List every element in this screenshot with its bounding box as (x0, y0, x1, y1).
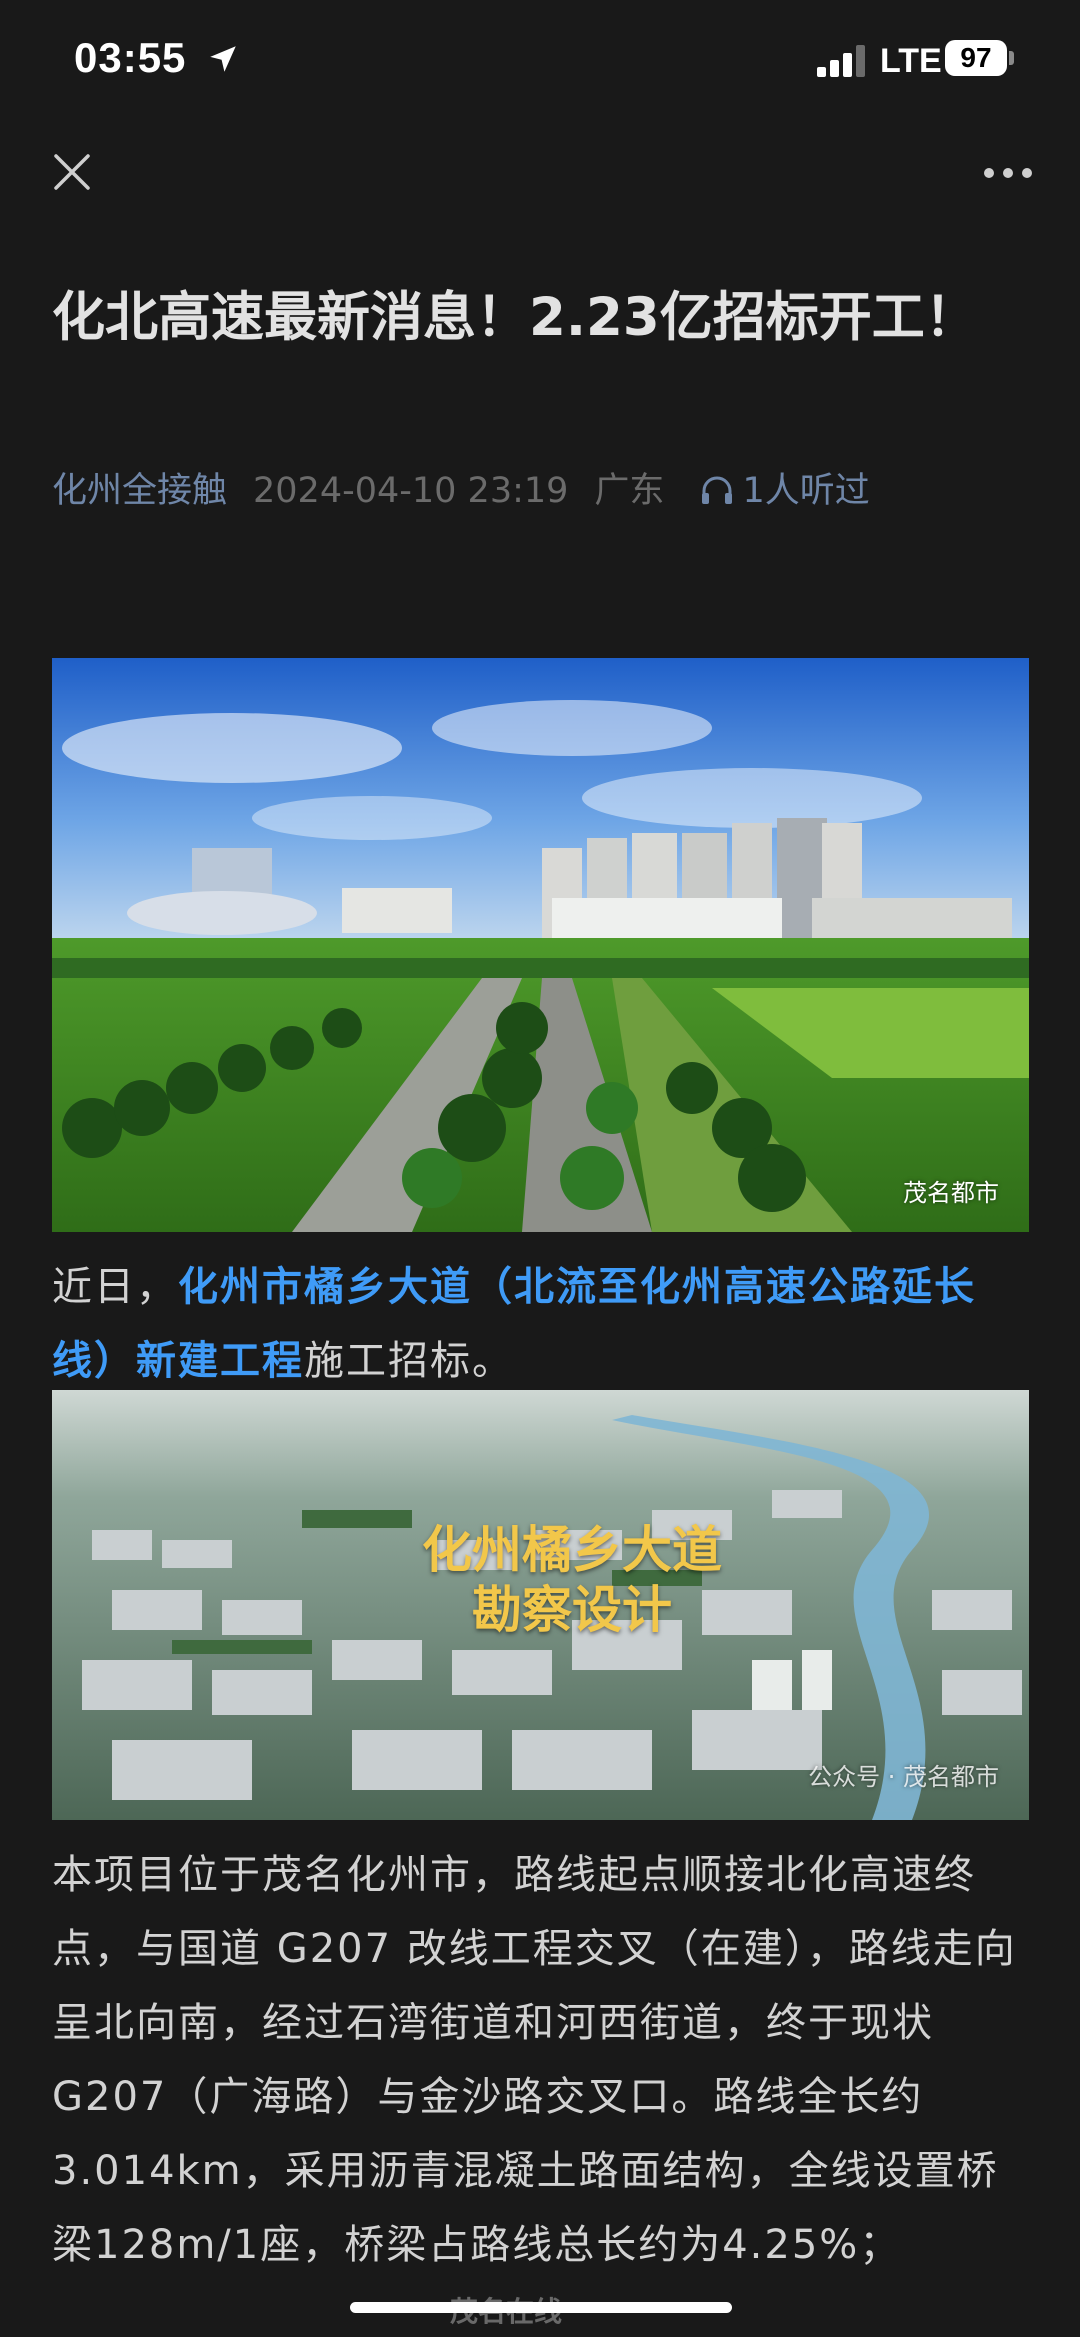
image-watermark: 茂名都市 (903, 1179, 999, 1207)
intro-paragraph: 近日，化州市橘乡大道（北流至化州高速公路延长线）新建工程施工招标。 (52, 1250, 1029, 1398)
publish-region: 广东 (594, 471, 665, 511)
planning-render-image[interactable]: 化州橘乡大道勘察设计 公众号 · 茂名都市 (52, 1390, 1029, 1820)
project-link[interactable]: 化州市橘乡大道（北流至化州高速公路延长线）新建工程 (52, 1264, 976, 1384)
cellular-signal-icon (817, 45, 865, 77)
publish-datetime: 2024-04-10 23:19 (253, 471, 569, 511)
render-overlay-text: 化州橘乡大道勘察设计 (422, 1521, 722, 1639)
status-bar: 03:55 LTE 97 (0, 0, 1080, 120)
render-watermark: 公众号 · 茂名都市 (808, 1763, 999, 1791)
battery-nub (1009, 51, 1014, 65)
more-icon[interactable] (982, 160, 1034, 186)
intro-prefix: 近日， (52, 1264, 178, 1310)
network-type-label: LTE (880, 42, 942, 80)
headphone-icon (702, 476, 733, 504)
city-aerial-photo[interactable]: 茂名都市 (52, 658, 1029, 1232)
intro-suffix: 施工招标。 (304, 1338, 514, 1384)
article-title: 化北高速最新消息！2.23亿招标开工！ (52, 287, 978, 348)
project-description-paragraph: 本项目位于茂名化州市，路线起点顺接北化高速终点，与国道 G207 改线工程交叉（… (52, 1852, 1017, 2268)
close-icon[interactable] (50, 150, 94, 194)
battery-icon: 97 (945, 40, 1007, 76)
account-name-link[interactable]: 化州全接触 (52, 471, 227, 511)
listen-count[interactable]: 1人听过 (700, 471, 870, 511)
city-photo-illustration (52, 658, 1029, 1232)
location-arrow-icon (210, 46, 236, 72)
status-time: 03:55 (74, 34, 187, 81)
home-indicator[interactable] (350, 2302, 732, 2313)
listen-count-label: 1人听过 (742, 471, 870, 511)
article-meta: 化州全接触 2024-04-10 23:19 广东 1人听过 (52, 466, 870, 516)
